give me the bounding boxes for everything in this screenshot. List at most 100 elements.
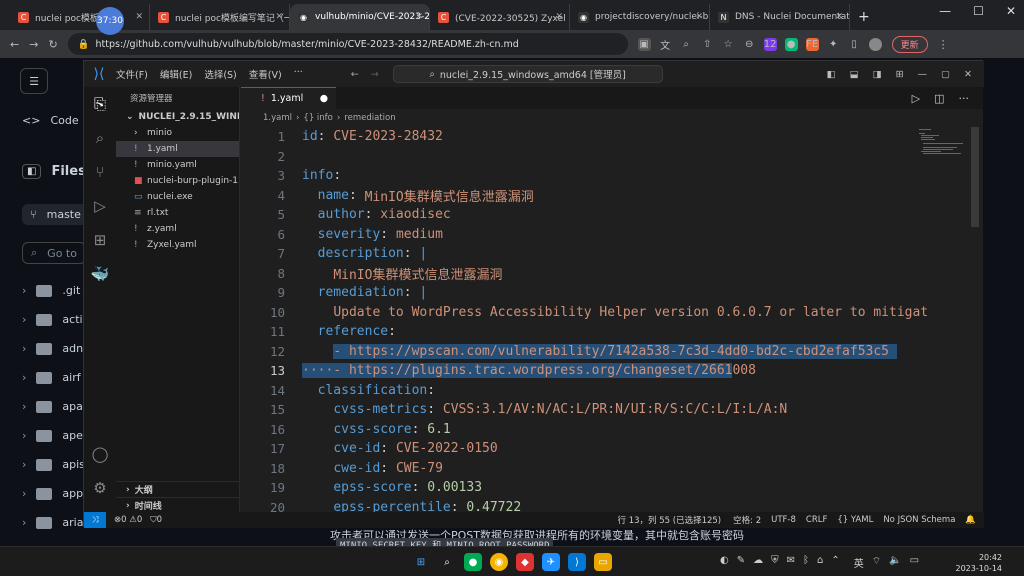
nav-back-icon[interactable]: ←	[351, 69, 359, 80]
tray-bird-icon[interactable]: ✎	[737, 555, 745, 570]
share-icon[interactable]: ⇧	[701, 38, 714, 51]
app-red-icon[interactable]: ◆	[516, 553, 534, 571]
folder-row[interactable]: › apis	[22, 458, 85, 471]
tab-close-icon[interactable]: ✕	[555, 12, 563, 22]
browser-tab[interactable]: ◉ projectdiscovery/nuclei-burp✕	[570, 4, 710, 30]
profile-avatar[interactable]	[868, 37, 882, 51]
sidebar-icon[interactable]: ▯	[848, 38, 861, 51]
file-tree-item[interactable]: ! 1.yaml	[116, 141, 239, 157]
file-tree-item[interactable]: ≡ rl.txt	[116, 205, 239, 221]
file-tree-item[interactable]: ■ nuclei-burp-plugin-1....	[116, 173, 239, 189]
layout-secondary-icon[interactable]: ◨	[873, 69, 882, 80]
tray-shield-icon[interactable]: ⛨	[771, 555, 779, 570]
docker-icon[interactable]: 🐳	[84, 257, 116, 291]
source-control-icon[interactable]: ⑂	[84, 155, 116, 189]
zoom-icon[interactable]: ⌕	[680, 38, 693, 51]
folder-row[interactable]: › app	[22, 487, 83, 500]
maximize-icon[interactable]: ☐	[973, 4, 984, 18]
menu-item[interactable]: ···	[294, 67, 303, 81]
file-tree-item[interactable]: › minio	[116, 125, 239, 141]
file-tree-item[interactable]: ▭ nuclei.exe	[116, 189, 239, 205]
unsaved-dot-icon[interactable]: ●	[320, 93, 328, 104]
wifi-icon[interactable]: ⌔	[872, 555, 881, 570]
more-actions-icon[interactable]: ···	[959, 92, 970, 105]
command-center[interactable]: ⌕ nuclei_2.9.15_windows_amd64 [管理员]	[392, 65, 663, 83]
explorer-icon[interactable]: ⎘	[84, 87, 116, 121]
file-tree-item[interactable]: ! Zyxel.yaml	[116, 237, 239, 253]
clock[interactable]: 20:42 2023-10-14	[956, 552, 1003, 574]
volume-icon[interactable]: 🔈	[889, 555, 901, 570]
layout-panel-icon[interactable]: ⬓	[850, 69, 859, 80]
ime-indicator[interactable]: 英	[854, 555, 864, 570]
menu-item[interactable]: 选择(S)	[204, 67, 236, 81]
vscode-taskbar-icon[interactable]: ⟩	[568, 553, 586, 571]
goto-file-input[interactable]: ⌕ Go to	[22, 242, 86, 264]
vs-minimize-icon[interactable]: —	[918, 69, 928, 80]
update-button[interactable]: 更新	[891, 35, 928, 53]
layout-sidebar-icon[interactable]: ◧	[827, 69, 836, 80]
tray-chat-icon[interactable]: ✉	[787, 555, 795, 570]
extensions-icon[interactable]: ⊞	[84, 223, 116, 257]
menu-item[interactable]: 查看(V)	[249, 67, 282, 81]
tray-up-icon[interactable]: ⌃	[831, 555, 839, 570]
eol-status[interactable]: CRLF	[806, 515, 827, 525]
split-editor-icon[interactable]: ◫	[934, 92, 944, 105]
chrome-icon[interactable]: ◉	[490, 553, 508, 571]
tray-app-icon[interactable]: ◐	[720, 555, 729, 570]
code-view[interactable]: 1 id: CVE-2023-28432 2 3 info:4 name: MinIO集…	[241, 127, 941, 512]
app-blue-icon[interactable]: ✈	[542, 553, 560, 571]
timeline-section[interactable]: › 时间线	[116, 497, 240, 513]
encoding-status[interactable]: UTF-8	[771, 515, 796, 525]
vs-maximize-icon[interactable]: ▢	[941, 69, 950, 80]
account-icon[interactable]: ◯	[84, 437, 116, 471]
tab-close-icon[interactable]: ✕	[275, 12, 283, 22]
tray-cloud-icon[interactable]: ☁	[753, 555, 763, 570]
tray-bt-icon[interactable]: ᛒ	[803, 555, 809, 570]
forward-icon[interactable]: →	[29, 38, 38, 51]
screenshot-icon[interactable]: ▣	[637, 37, 651, 51]
back-icon[interactable]: ←	[10, 38, 19, 51]
tab-close-icon[interactable]: ✕	[135, 12, 143, 22]
menu-icon[interactable]: ⋮	[938, 38, 949, 51]
puzzle-icon[interactable]: ✦	[827, 38, 840, 51]
file-explorer-icon[interactable]: ▭	[594, 553, 612, 571]
folder-row[interactable]: › airf	[22, 371, 81, 384]
folder-row[interactable]: › apa	[22, 400, 83, 413]
start-icon[interactable]: ⊞	[412, 553, 430, 571]
hamburger-icon[interactable]: ☰	[20, 68, 48, 94]
branch-button[interactable]: ⑂ maste	[22, 204, 89, 225]
indent-status[interactable]: 空格: 2	[733, 514, 761, 526]
breadcrumb-item[interactable]: 1.yaml	[263, 113, 292, 123]
breadcrumb-item[interactable]: remediation	[344, 113, 395, 123]
folder-row[interactable]: › aria	[22, 516, 83, 529]
cursor-position[interactable]: 行 13，列 55 (已选择125)	[618, 514, 722, 526]
panel-icon[interactable]: ◧	[22, 164, 42, 179]
notifications-icon[interactable]: 🔔	[965, 515, 976, 525]
browser-tab[interactable]: N DNS - Nuclei Documentation✕	[710, 4, 850, 30]
workspace-root[interactable]: ⌄ NUCLEI_2.9.15_WINDOWS...	[116, 109, 239, 125]
folder-row[interactable]: › .git	[22, 284, 80, 297]
new-tab-button[interactable]: +	[858, 9, 870, 25]
browser-tab[interactable]: Cnuclei poc模板编写 ✕	[10, 4, 150, 30]
tab-close-icon[interactable]: ✕	[415, 12, 423, 22]
translate-icon[interactable]: 文	[659, 38, 672, 52]
battery-icon[interactable]: ▭	[910, 555, 919, 570]
extension-green-icon[interactable]: ●	[784, 37, 798, 51]
folder-row[interactable]: › acti	[22, 313, 83, 326]
folder-row[interactable]: › ape	[22, 429, 83, 442]
code-tab[interactable]: <> Code	[22, 114, 79, 127]
nav-forward-icon[interactable]: →	[371, 69, 379, 80]
editor-tab-1yaml[interactable]: ! 1.yaml ●	[241, 87, 336, 109]
close-icon[interactable]: ✕	[1006, 4, 1016, 18]
extension-badge-icon[interactable]: 12	[763, 37, 777, 51]
language-status[interactable]: {} YAML	[837, 515, 873, 525]
run-icon[interactable]: ▷	[912, 92, 920, 105]
bookmark-icon[interactable]: ☆	[722, 38, 735, 51]
schema-status[interactable]: No JSON Schema	[883, 515, 955, 525]
reload-icon[interactable]: ↻	[48, 38, 57, 51]
menu-item[interactable]: 编辑(E)	[160, 67, 192, 81]
app-icon[interactable]: ●	[464, 553, 482, 571]
run-debug-icon[interactable]: ▷	[84, 189, 116, 223]
file-tree-item[interactable]: ! minio.yaml	[116, 157, 239, 173]
folder-row[interactable]: › adn	[22, 342, 83, 355]
